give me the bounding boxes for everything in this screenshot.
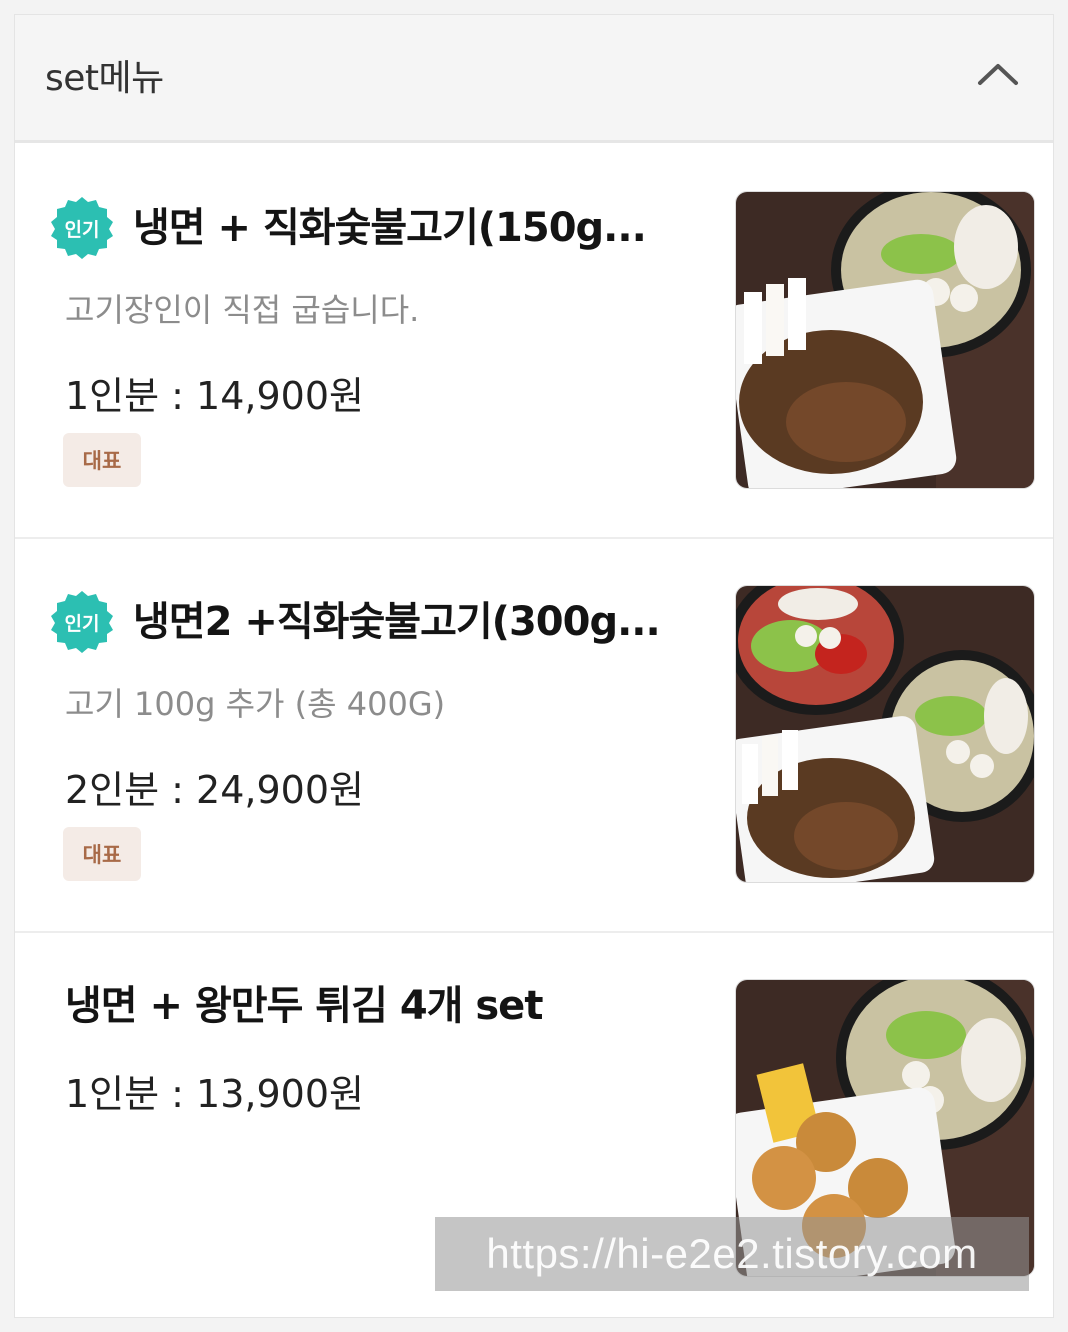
item-price: 1인분 : 13,900원	[65, 1072, 364, 1116]
signature-tag: 대표	[63, 433, 141, 487]
popular-badge: 인기	[49, 195, 115, 261]
menu-item[interactable]: 인기 냉면 + 직화숯불고기(150g... 고기장인이 직접 굽습니다. 1인…	[15, 145, 1053, 539]
item-name: 냉면 + 직화숯불고기(150g...	[133, 205, 647, 251]
watermark: https://hi-e2e2.tistory.com	[435, 1217, 1029, 1291]
item-name: 냉면 + 왕만두 튀김 4개 set	[65, 983, 543, 1029]
set-menu-card: set메뉴 인기 냉면 + 직화숯불고기(150g... 고기장인이 직접 굽습…	[14, 14, 1054, 1318]
item-price: 1인분 : 14,900원	[65, 374, 364, 418]
item-description: 고기 100g 추가 (총 400G)	[65, 685, 446, 723]
item-price: 2인분 : 24,900원	[65, 768, 364, 812]
section-title: set메뉴	[45, 58, 164, 99]
popular-badge: 인기	[49, 589, 115, 655]
signature-tag: 대표	[63, 827, 141, 881]
collapse-button[interactable]	[973, 49, 1023, 99]
menu-item[interactable]: 인기 냉면2 +직화숯불고기(300g... 고기 100g 추가 (총 400…	[15, 539, 1053, 933]
item-photo[interactable]	[735, 585, 1035, 883]
item-description: 고기장인이 직접 굽습니다.	[65, 291, 420, 329]
item-name: 냉면2 +직화숯불고기(300g...	[133, 599, 661, 645]
popular-badge-label: 인기	[64, 612, 100, 635]
chevron-up-icon	[978, 64, 1018, 85]
section-header[interactable]: set메뉴	[15, 15, 1053, 143]
popular-badge-label: 인기	[64, 218, 100, 241]
item-photo[interactable]	[735, 191, 1035, 489]
